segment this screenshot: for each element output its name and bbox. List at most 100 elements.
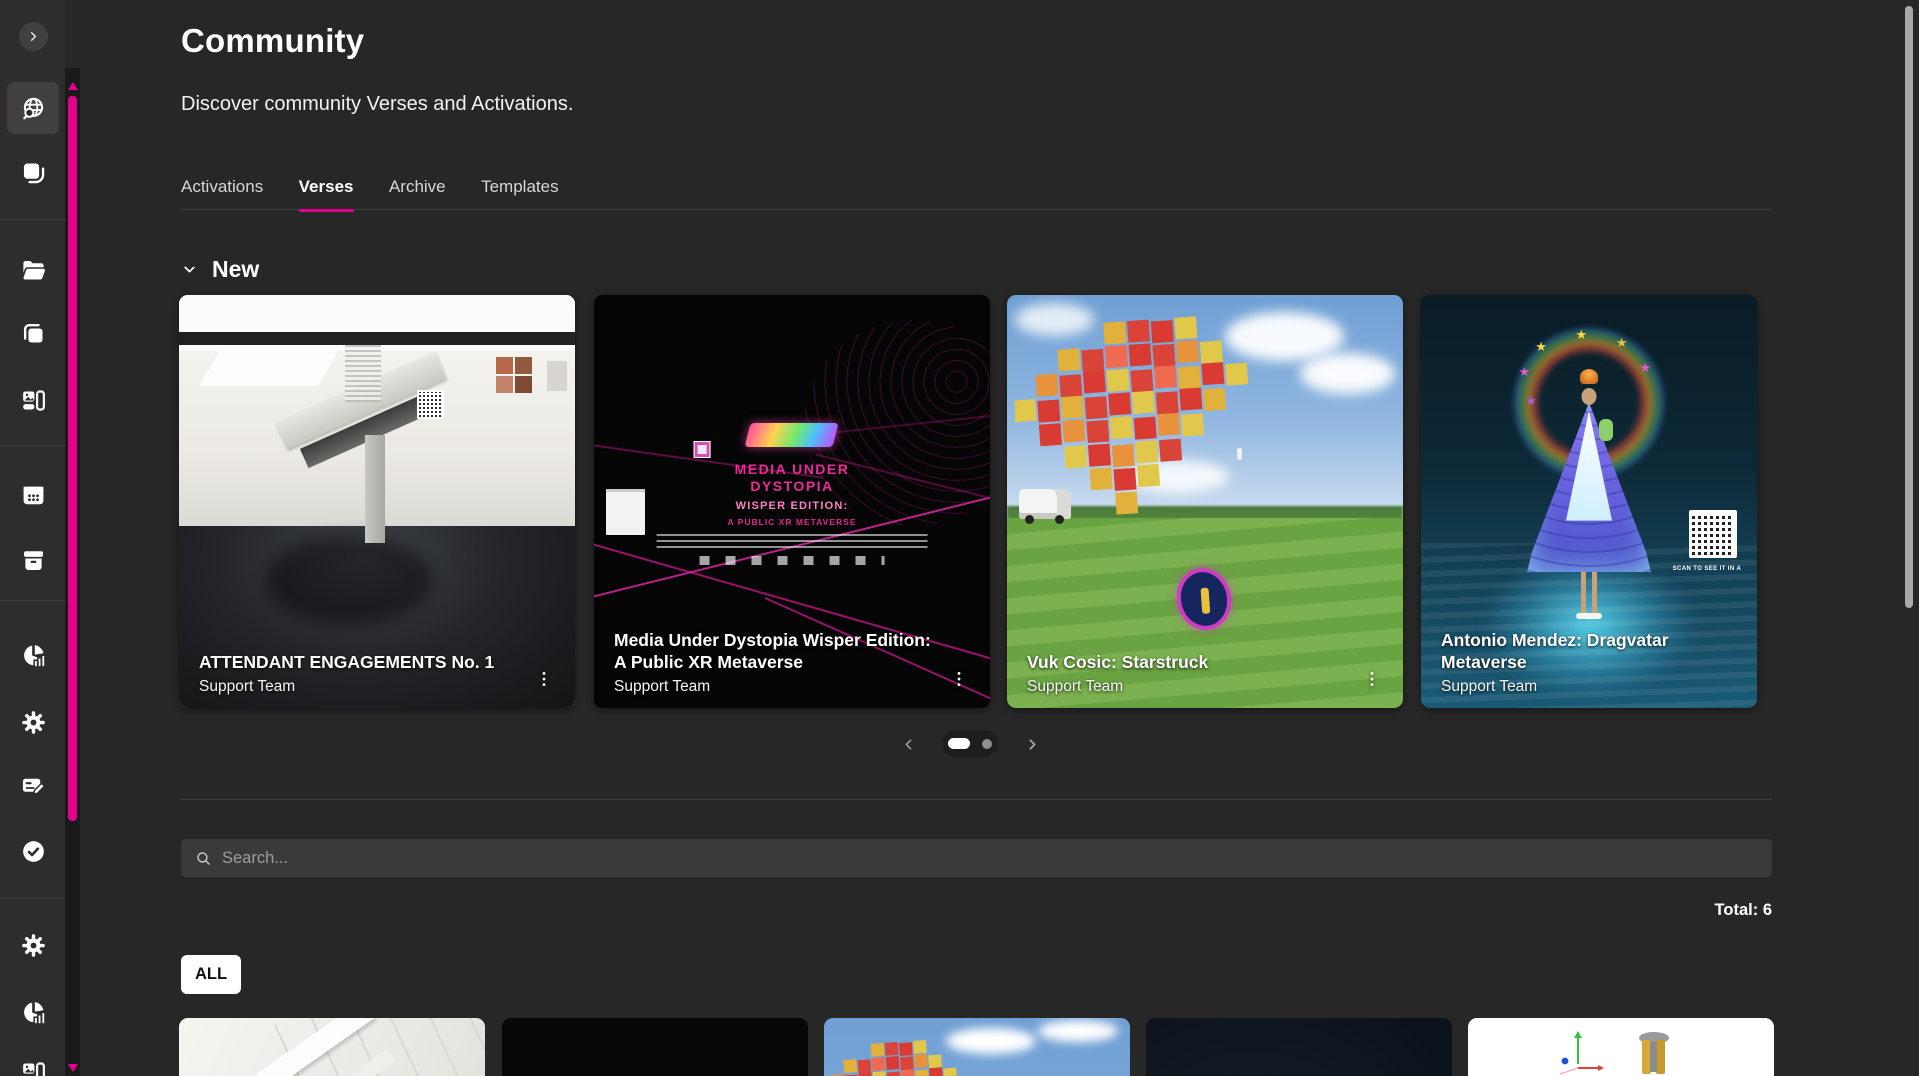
star-decor: ★ (1639, 361, 1651, 374)
verse-tile[interactable] (179, 1018, 485, 1076)
card-edit-icon (20, 772, 47, 799)
card-menu-button[interactable] (1363, 666, 1381, 692)
tab-activations[interactable]: Activations (181, 172, 263, 210)
analytics-pie-icon (20, 642, 47, 669)
sidebar-item-approvals[interactable] (7, 825, 59, 877)
page-subtitle: Discover community Verses and Activation… (181, 93, 573, 116)
page-dot[interactable] (982, 739, 992, 749)
pixel-star-artwork (824, 1036, 988, 1076)
chevron-right-icon (1024, 736, 1041, 753)
total-count: Total: 6 (1472, 901, 1772, 920)
sidebar-item-card-edit[interactable] (7, 759, 59, 811)
verse-card[interactable]: ATTENDANT ENGAGEMENTS No. 1 Support Team (179, 295, 575, 708)
kebab-menu-icon (535, 668, 553, 690)
search-bar (181, 839, 1772, 877)
wasted-logo (745, 423, 839, 447)
tab-archive[interactable]: Archive (389, 172, 446, 210)
media-board-icon (20, 387, 47, 414)
archive-box-icon (20, 547, 47, 574)
window-scrollbar[interactable] (1903, 0, 1915, 1076)
tab-verses[interactable]: Verses (299, 172, 354, 210)
qr-caption: SCAN TO SEE IT IN A (1672, 566, 1742, 572)
scroll-up-arrow-icon[interactable] (68, 82, 78, 90)
page-dot-active[interactable] (948, 738, 970, 749)
scroll-down-arrow-icon[interactable] (68, 1064, 78, 1072)
sidebar-item-collections[interactable] (7, 146, 59, 198)
carousel-prev-button[interactable] (896, 731, 920, 757)
verse-tile[interactable] (824, 1018, 1130, 1076)
tab-bar: Activations Verses Archive Templates (181, 172, 1772, 210)
sidebar-item-media-board[interactable] (7, 374, 59, 426)
card-thumbnail (179, 295, 575, 708)
media-board-icon (20, 1059, 47, 1076)
new-section-header: New (181, 252, 259, 286)
card-title: Media Under Dystopia Wisper Edition: A P… (614, 629, 944, 673)
artwork-text: WISPER EDITION: (638, 500, 947, 512)
chevron-left-icon (900, 736, 917, 753)
star-decor: ★ (1576, 328, 1588, 341)
search-icon (195, 850, 212, 867)
qr-code (1689, 510, 1737, 558)
3d-axis-gizmo (1538, 1024, 1708, 1076)
chevron-down-icon[interactable] (181, 261, 198, 278)
star-decor: ★ (1616, 336, 1628, 349)
sidebar (0, 0, 65, 1076)
calendar-grid-icon (20, 482, 47, 509)
carousel-next-button[interactable] (1020, 731, 1044, 757)
sidebar-item-files[interactable] (7, 244, 59, 296)
sidebar-scrollbar-thumb[interactable] (68, 96, 77, 821)
artwork-sponsor-logos (699, 556, 884, 565)
sidebar-item-community[interactable] (7, 82, 59, 134)
sidebar-expand-button[interactable] (19, 22, 48, 51)
sidebar-item-copies[interactable] (7, 307, 59, 359)
sidebar-item-archive[interactable] (7, 534, 59, 586)
page-title: Community (181, 22, 364, 60)
carousel-pagination (0, 729, 1919, 759)
copy-pages-icon (20, 320, 47, 347)
kebab-menu-icon (950, 668, 968, 690)
sidebar-item-analytics[interactable] (7, 629, 59, 681)
window-scrollbar-thumb[interactable] (1905, 6, 1913, 608)
verse-card[interactable]: Vuk Cosic: Starstruck Support Team (1007, 295, 1403, 708)
settings-gear-icon (20, 932, 47, 959)
artwork-text: MEDIA UNDER (735, 461, 850, 477)
card-title: ATTENDANT ENGAGEMENTS No. 1 (199, 651, 529, 673)
card-footer: Antonio Mendez: Dragvatar Metaverse Supp… (1421, 629, 1757, 708)
card-title: Antonio Mendez: Dragvatar Metaverse (1441, 629, 1737, 673)
star-decor: ★ (1535, 340, 1547, 353)
card-footer: ATTENDANT ENGAGEMENTS No. 1 Support Team (179, 651, 575, 708)
kebab-menu-icon (1363, 668, 1381, 690)
golf-cart (1019, 489, 1071, 519)
filter-all-button[interactable]: ALL (181, 955, 241, 994)
tab-templates[interactable]: Templates (481, 172, 558, 210)
card-author: Support Team (1027, 678, 1383, 696)
card-thumbnail (1007, 295, 1403, 708)
verse-tile[interactable] (1146, 1018, 1452, 1076)
carousel-page-dots (942, 730, 998, 757)
star-decor: ★ (1518, 365, 1530, 378)
card-menu-button[interactable] (535, 666, 553, 692)
sidebar-item-calendar[interactable] (7, 469, 59, 521)
app-window: Community Discover community Verses and … (0, 0, 1919, 1076)
card-menu-button[interactable] (950, 666, 968, 692)
verse-card[interactable]: ★ ★ ★ ★ ★ ★ SCAN TO SEE IT IN A Antonio … (1421, 295, 1757, 708)
verse-tile[interactable] (1468, 1018, 1774, 1076)
sidebar-item-media-board-2[interactable] (7, 1046, 59, 1076)
search-input[interactable] (222, 849, 1758, 868)
sidebar-scrollbar[interactable] (65, 68, 80, 1076)
new-section-title: New (212, 256, 259, 283)
sidebar-item-analytics-2[interactable] (7, 986, 59, 1038)
card-footer: Media Under Dystopia Wisper Edition: A P… (594, 629, 990, 708)
card-author: Support Team (1441, 678, 1737, 696)
folder-open-icon (20, 257, 47, 284)
check-circle-icon (20, 838, 47, 865)
verse-card[interactable]: MEDIA UNDER DYSTOPIA WISPER EDITION: A P… (594, 295, 990, 708)
artwork-credits (656, 534, 928, 550)
sidebar-item-settings-2[interactable] (7, 919, 59, 971)
verse-tile[interactable] (502, 1018, 808, 1076)
sidebar-divider (0, 600, 65, 601)
artwork-text: A PUBLIC XR METAVERSE (638, 517, 947, 527)
chevron-right-icon (26, 29, 41, 44)
sidebar-divider (0, 219, 65, 220)
analytics-pie-icon (20, 999, 47, 1026)
